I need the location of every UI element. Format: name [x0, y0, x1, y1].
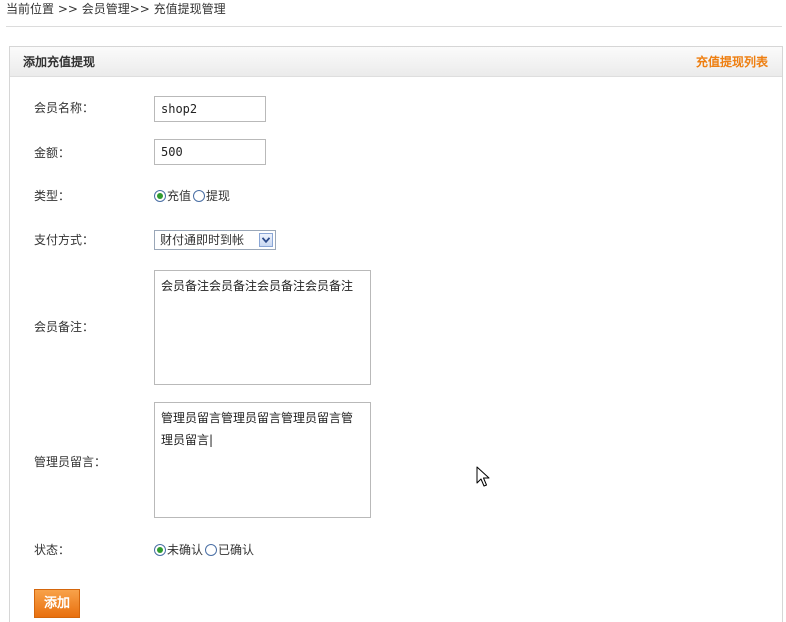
page-root: 当前位置 >> 会员管理>> 充值提现管理 添加充值提现 充值提现列表 会员名称…: [0, 0, 786, 622]
radio-unchecked-icon[interactable]: [205, 544, 218, 556]
panel-title: 添加充值提现: [23, 55, 96, 69]
amount-input[interactable]: [154, 139, 266, 165]
radio-unchecked-icon[interactable]: [193, 190, 206, 202]
type-radio-withdraw-label: 提现: [206, 189, 231, 203]
admin-message-textarea[interactable]: 管理员留言管理员留言管理员留言管理员留言|: [154, 402, 371, 518]
breadcrumb-divider: [6, 26, 782, 27]
recharge-withdraw-list-link[interactable]: 充值提现列表: [696, 54, 768, 70]
mouse-cursor-icon: [476, 466, 490, 487]
member-note-label: 会员备注：: [34, 320, 95, 334]
status-radio-unconfirmed-label: 未确认: [167, 543, 204, 557]
amount-label: 金额：: [34, 146, 71, 160]
status-label: 状态：: [34, 543, 71, 557]
chevron-down-icon[interactable]: [259, 233, 273, 247]
type-radio-withdraw[interactable]: 提现: [193, 188, 230, 204]
status-radio-unconfirmed[interactable]: 未确认: [154, 542, 203, 558]
form-panel: 添加充值提现 充值提现列表: [9, 46, 783, 622]
type-radio-recharge[interactable]: 充值: [154, 188, 191, 204]
type-radio-recharge-label: 充值: [167, 189, 192, 203]
payment-method-selected-value: 财付通即时到帐: [160, 233, 245, 247]
status-radio-group: 未确认 已确认: [154, 542, 254, 558]
breadcrumb: 当前位置 >> 会员管理>> 充值提现管理: [6, 2, 226, 16]
member-note-textarea[interactable]: 会员备注会员备注会员备注会员备注: [154, 270, 371, 385]
member-name-input[interactable]: [154, 96, 266, 122]
payment-method-label: 支付方式：: [34, 233, 95, 247]
add-submit-button[interactable]: 添加: [34, 589, 80, 618]
status-radio-confirmed-label: 已确认: [218, 543, 255, 557]
member-name-label: 会员名称：: [34, 101, 95, 115]
radio-checked-icon[interactable]: [154, 544, 166, 556]
admin-message-label: 管理员留言：: [34, 455, 107, 469]
type-label: 类型：: [34, 189, 71, 203]
radio-checked-icon[interactable]: [154, 190, 166, 202]
panel-header: 添加充值提现 充值提现列表: [10, 47, 782, 77]
payment-method-select[interactable]: 财付通即时到帐: [154, 230, 276, 250]
status-radio-confirmed[interactable]: 已确认: [205, 542, 254, 558]
type-radio-group: 充值 提现: [154, 188, 230, 204]
